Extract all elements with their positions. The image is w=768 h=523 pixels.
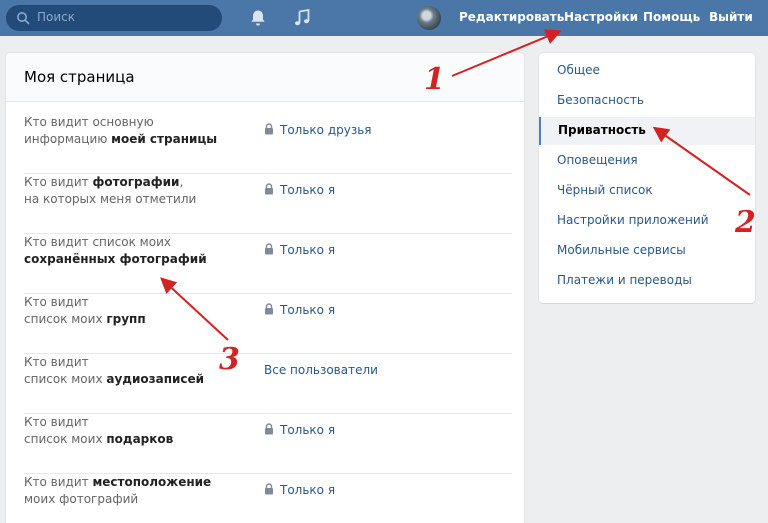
annotation-arrows: [160, 29, 751, 341]
annotation-arrow-3: [160, 277, 229, 341]
annotation-number-2: 2: [735, 205, 756, 240]
annotation-number-3: 3: [219, 342, 240, 377]
annotation-arrow-2: [652, 126, 751, 196]
annotation-arrow-1: [451, 29, 562, 77]
annotation-number-1: 1: [424, 62, 445, 97]
